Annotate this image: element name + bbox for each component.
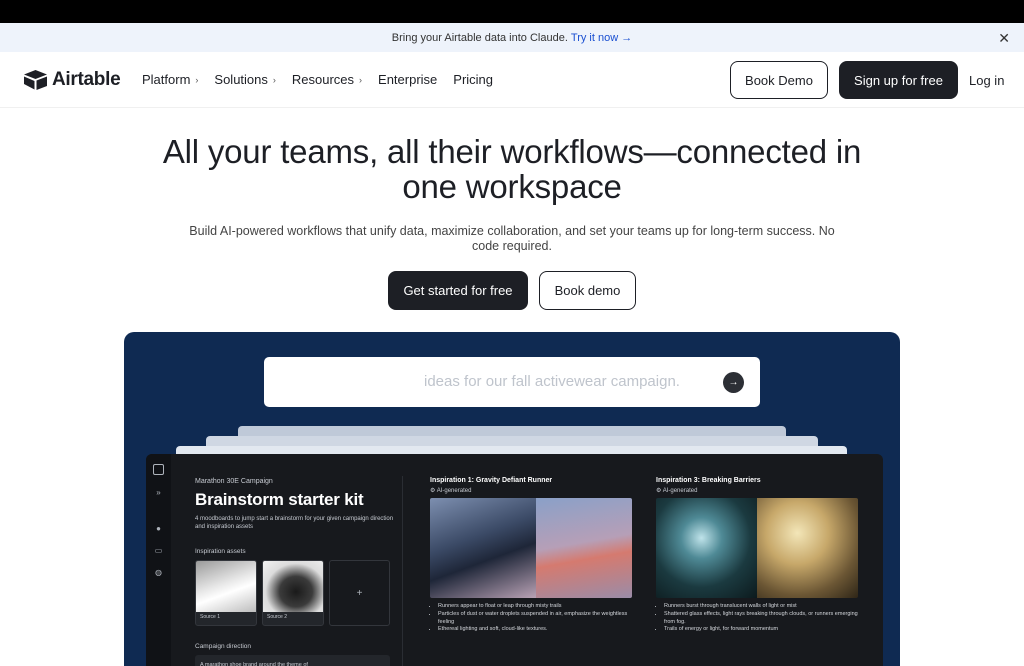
bullet-item: Runners burst through translucent walls … xyxy=(664,603,859,611)
shoe-image xyxy=(263,561,323,612)
nav-menu: Platform › Solutions › Resources › Enter… xyxy=(142,72,509,87)
runner-glass-image xyxy=(656,498,757,598)
ai-generated-tag: ⚙ AI-generated xyxy=(430,488,472,494)
panel-divider xyxy=(402,476,403,666)
assets-label: Inspiration assets xyxy=(195,548,246,555)
inspiration-card-3[interactable]: Inspiration 3: Breaking Barriers ⚙ AI-ge… xyxy=(656,477,859,634)
ai-tag-label: AI-generated xyxy=(436,488,472,494)
brainstorm-panel: » ● ▭ ◍ Marathon 30E Campaign Brainstorm… xyxy=(146,454,883,666)
shoe-image xyxy=(196,561,256,612)
runner-light-image xyxy=(757,498,858,598)
get-started-button[interactable]: Get started for free xyxy=(388,271,528,310)
kit-title: Brainstorm starter kit xyxy=(195,490,364,509)
sign-up-button[interactable]: Sign up for free xyxy=(839,61,958,99)
asset-card-1[interactable]: Source 1 xyxy=(195,560,257,626)
chevron-right-icon: › xyxy=(272,74,276,85)
asset-card-2[interactable]: Source 2 xyxy=(262,560,324,626)
nav-item-platform[interactable]: Platform › xyxy=(142,72,198,87)
inspiration-images xyxy=(430,498,632,598)
main-navigation: Airtable Platform › Solutions › Resource… xyxy=(0,52,1024,108)
nav-item-solutions[interactable]: Solutions › xyxy=(214,72,275,87)
inspiration-title: Inspiration 1: Gravity Defiant Runner xyxy=(430,477,553,484)
bullet-item: Ethereal lighting and soft, cloud-like t… xyxy=(438,626,633,634)
bullet-item: Shattered glass effects, light rays brea… xyxy=(664,611,859,627)
hero-title: All your teams, all their workflows—conn… xyxy=(162,133,862,205)
ai-prompt-box[interactable]: ideas for our fall activewear campaign. … xyxy=(264,357,760,407)
logo-text: Airtable xyxy=(52,69,121,90)
book-demo-hero-button[interactable]: Book demo xyxy=(539,271,636,310)
panel-sidebar: » ● ▭ ◍ xyxy=(146,454,171,666)
inspiration-card-1[interactable]: Inspiration 1: Gravity Defiant Runner ⚙ … xyxy=(430,477,633,634)
hero-subtitle: Build AI-powered workflows that unify da… xyxy=(189,224,835,253)
bullet-item: Trails of energy or light, for forward m… xyxy=(664,626,859,634)
browser-top-bar xyxy=(0,0,1024,23)
product-demo-area: ideas for our fall activewear campaign. … xyxy=(124,332,900,666)
campaign-direction-input[interactable]: A marathon shoe brand around the theme o… xyxy=(195,655,390,666)
prompt-text: ideas for our fall activewear campaign. xyxy=(424,373,680,390)
inspiration-bullets: Runners appear to float or leap through … xyxy=(430,603,633,634)
log-in-link[interactable]: Log in xyxy=(969,73,1004,88)
close-icon[interactable]: ✕ xyxy=(998,30,1010,47)
folder-icon[interactable]: ▭ xyxy=(153,545,164,556)
announcement-text: Bring your Airtable data into Claude. xyxy=(391,31,568,44)
campaign-name: Marathon 30E Campaign xyxy=(195,478,273,485)
kit-header: Marathon 30E Campaign Brainstorm starter… xyxy=(195,478,395,531)
nav-item-label: Pricing xyxy=(453,72,494,87)
runner-woman-image xyxy=(536,498,632,598)
add-asset-button[interactable]: + xyxy=(329,560,390,626)
ai-tag-label: AI-generated xyxy=(662,488,698,494)
nav-item-enterprise[interactable]: Enterprise xyxy=(378,72,437,87)
image-icon[interactable] xyxy=(153,464,164,475)
inspiration-title: Inspiration 3: Breaking Barriers xyxy=(656,477,761,484)
lightbulb-icon[interactable]: ● xyxy=(153,523,164,534)
inspiration-bullets: Runners burst through translucent walls … xyxy=(656,603,859,634)
chevrons-right-icon[interactable]: » xyxy=(153,487,164,498)
inspiration-images xyxy=(656,498,858,598)
try-it-now-link[interactable]: Try it now → xyxy=(571,32,632,44)
nav-item-label: Enterprise xyxy=(378,72,438,87)
nav-item-pricing[interactable]: Pricing xyxy=(453,72,493,87)
nav-item-label: Platform xyxy=(142,72,191,87)
book-demo-button[interactable]: Book Demo xyxy=(730,61,828,99)
nav-item-label: Resources xyxy=(291,72,355,87)
airtable-logo[interactable]: Airtable xyxy=(24,69,121,91)
asset-caption: Source 1 xyxy=(200,614,221,620)
announcement-banner: Bring your Airtable data into Claude. Tr… xyxy=(0,23,1024,52)
chevron-right-icon: › xyxy=(195,74,199,85)
ai-generated-tag: ⚙ AI-generated xyxy=(656,488,698,494)
globe-icon[interactable]: ◍ xyxy=(153,567,164,578)
asset-caption: Source 2 xyxy=(267,614,288,620)
arrow-right-icon[interactable]: → xyxy=(723,372,744,393)
airtable-logo-icon xyxy=(24,70,47,90)
chevron-right-icon: › xyxy=(359,74,363,85)
bullet-item: Particles of dust or water droplets susp… xyxy=(438,611,633,627)
bullet-item: Runners appear to float or leap through … xyxy=(438,603,633,611)
runner-feet-image xyxy=(430,498,536,598)
campaign-direction-label: Campaign direction xyxy=(195,643,252,650)
nav-item-label: Solutions xyxy=(214,72,268,87)
kit-description: 4 moodboards to jump start a brainstorm … xyxy=(195,516,394,530)
nav-item-resources[interactable]: Resources › xyxy=(292,72,362,87)
